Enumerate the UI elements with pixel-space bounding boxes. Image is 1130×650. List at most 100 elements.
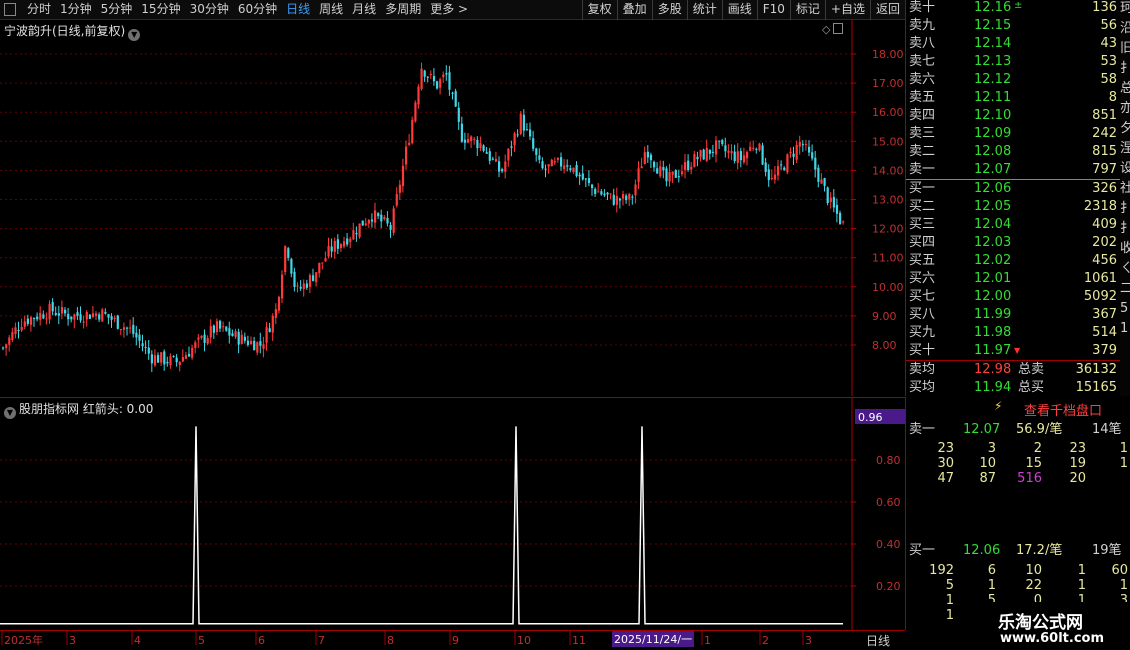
watermark-url: www.60lt.com — [1000, 631, 1105, 646]
toolbar-button[interactable]: 多股 — [651, 0, 687, 20]
kline-chart[interactable]: 18.00 17.00 16.00 15.00 14.00 13.00 12.00 11.00… — [0, 20, 905, 396]
toolbar-button[interactable]: 画线 — [721, 0, 757, 20]
chevron-down-icon[interactable]: ▼ — [4, 407, 16, 419]
level-price: 12.08 — [974, 144, 1012, 159]
layout-toggle-icon[interactable] — [4, 3, 16, 16]
ask-level[interactable]: 卖八 12.14 43 — [906, 35, 1121, 53]
diamond-icon[interactable]: ◇ — [822, 23, 830, 36]
candle-body — [315, 272, 318, 283]
period-tab[interactable]: 15分钟 — [141, 0, 180, 20]
red-arrow-signal-line — [0, 426, 843, 625]
candle-body — [11, 332, 14, 341]
bid-level[interactable]: 买五 12.02 456 — [906, 252, 1121, 270]
level-price: 12.04 — [974, 217, 1012, 232]
price-tick-label: 17.00 — [872, 77, 904, 90]
chevron-down-icon[interactable]: ▼ — [128, 29, 141, 41]
ask-level[interactable]: 卖六 12.12 58 — [906, 71, 1121, 89]
period-tab[interactable]: 周线 — [319, 0, 343, 20]
candle-body — [662, 167, 665, 171]
candle-body — [268, 328, 271, 332]
bid-level[interactable]: 买四 12.03 202 — [906, 234, 1121, 252]
toolbar-button[interactable]: +自选 — [824, 0, 870, 20]
ask-level[interactable]: 卖二 12.08 815 — [906, 143, 1121, 161]
period-tab[interactable]: 更多 > — [430, 0, 468, 20]
toolbar-button[interactable]: 标记 — [789, 0, 825, 20]
candle-body — [420, 68, 423, 89]
candle-body — [262, 344, 265, 349]
candle-body — [126, 327, 129, 329]
bid-level[interactable]: 买三 12.04 409 — [906, 216, 1121, 234]
candle-body — [519, 113, 522, 134]
ask-level[interactable]: 卖五 12.11 8 — [906, 89, 1121, 107]
queue-volume: 22 — [1025, 578, 1042, 593]
candle-body — [498, 161, 501, 172]
price-tick-label: 9.00 — [872, 310, 897, 323]
level-volume: 379 — [1092, 343, 1117, 358]
level-price: 12.02 — [974, 253, 1012, 268]
candle-body — [597, 191, 600, 193]
period-tab[interactable]: 60分钟 — [238, 0, 277, 20]
bid-level[interactable]: 买六 12.01 1061 — [906, 270, 1121, 288]
bid-level[interactable]: 买七 12.00 5092 — [906, 288, 1121, 306]
period-tab[interactable]: 30分钟 — [190, 0, 229, 20]
candle-body — [153, 355, 157, 366]
ask-level[interactable]: 卖九 12.15 56 — [906, 17, 1121, 35]
level-volume: 409 — [1092, 217, 1117, 232]
level-volume: 851 — [1092, 108, 1117, 123]
candle-body — [39, 312, 42, 320]
summary-total: 15165 — [1075, 380, 1117, 395]
toolbar-button[interactable]: F10 — [756, 0, 790, 20]
candle-body — [789, 151, 792, 154]
period-tab[interactable]: 多周期 — [385, 0, 421, 20]
candle-body — [659, 166, 662, 177]
candle-body — [206, 338, 209, 344]
indicator-chart[interactable]: 0.80 0.60 0.40 0.20 0.96 — [0, 398, 905, 630]
level-price: 12.15 — [974, 18, 1012, 33]
candle-body — [17, 329, 20, 331]
sell-one-label: 卖一 — [909, 422, 936, 437]
period-tab[interactable]: 月线 — [352, 0, 376, 20]
candle-body — [649, 154, 653, 161]
candle-body — [76, 312, 79, 316]
right-edge-char: 旧 — [1120, 41, 1130, 56]
candle-body — [8, 337, 11, 345]
candle-body — [67, 313, 70, 320]
ask-level[interactable]: 卖一 12.07 797 — [906, 161, 1121, 179]
candle-body — [57, 313, 60, 316]
ask-level[interactable]: 卖三 12.09 242 — [906, 125, 1121, 143]
candle-body — [119, 329, 122, 331]
period-tab[interactable]: 1分钟 — [60, 0, 92, 20]
toolbar-button[interactable]: 返回 — [869, 0, 905, 20]
level-volume: 514 — [1092, 325, 1117, 340]
right-edge-panel: 珂沿旧扌总亦夕涅设社扌扌收ㄑ二51 — [1120, 0, 1130, 396]
maximize-icon[interactable] — [833, 23, 844, 34]
toolbar-button[interactable]: 统计 — [686, 0, 722, 20]
candle-body — [606, 192, 609, 195]
candle-body — [625, 195, 628, 201]
bid-level[interactable]: 买一 12.06 326 — [906, 180, 1121, 198]
period-tab[interactable]: 分时 — [27, 0, 51, 20]
ask-level[interactable]: 卖四 12.10 851 — [906, 107, 1121, 125]
candle-body — [318, 262, 321, 274]
toolbar-button[interactable]: 叠加 — [616, 0, 652, 20]
candle-body — [284, 246, 287, 273]
level-volume: 5092 — [1083, 289, 1117, 304]
bid-level[interactable]: 买九 11.98 514 — [906, 324, 1121, 342]
bid-level[interactable]: 买二 12.05 2318 — [906, 198, 1121, 216]
toolbar-button[interactable]: 复权 — [581, 0, 617, 20]
indicator-pane[interactable]: 0.80 0.60 0.40 0.20 0.96 ▼ 股朋指标网 红箭头: 0.00 — [0, 397, 905, 630]
queue-volume: 10 — [1025, 563, 1042, 578]
period-tab[interactable]: 5分钟 — [101, 0, 133, 20]
view-1000-levels-link[interactable]: 查看千档盘口 — [1024, 400, 1102, 419]
queue-volume: 3 — [987, 441, 996, 456]
candle-body — [324, 258, 327, 262]
date-label: 11 — [572, 634, 586, 647]
candle-body — [488, 151, 491, 161]
date-label: 3 — [805, 634, 812, 647]
queue-volume: 1 — [987, 578, 996, 593]
bid-level[interactable]: 买八 11.99 367 — [906, 306, 1121, 324]
period-tab[interactable]: 日线 — [286, 0, 310, 20]
candle-body — [674, 170, 677, 178]
kline-chart-pane[interactable]: 18.00 17.00 16.00 15.00 14.00 13.00 12.00 11.00… — [0, 20, 905, 396]
ask-level[interactable]: 卖七 12.13 53 — [906, 53, 1121, 71]
